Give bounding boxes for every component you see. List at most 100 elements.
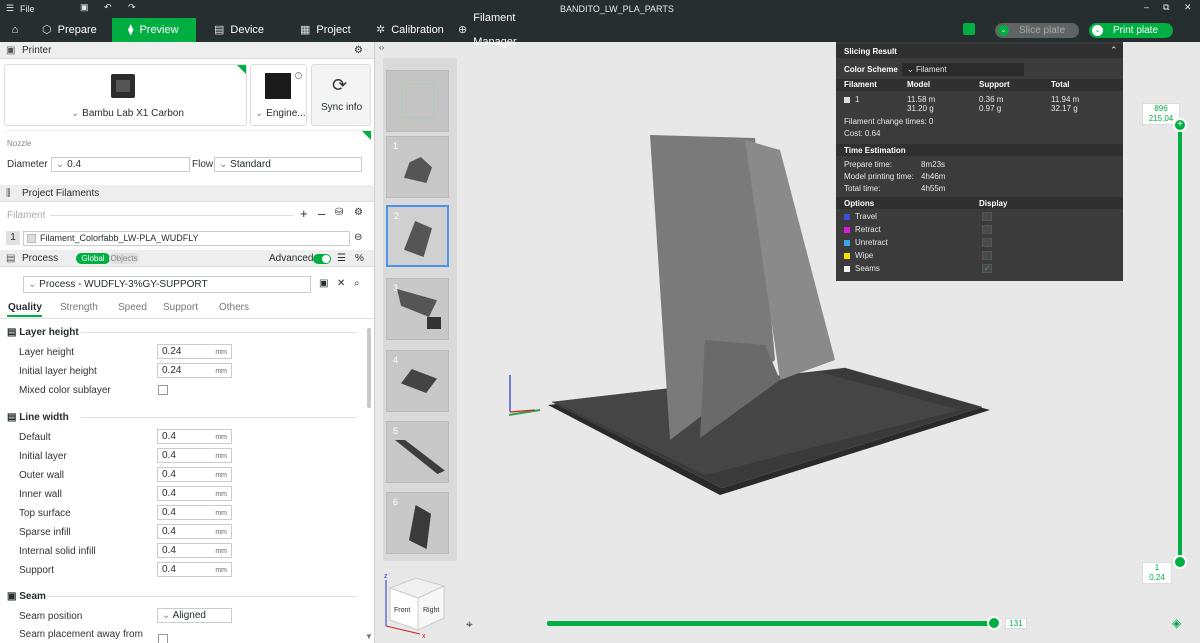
seam-away-checkbox[interactable]: [158, 634, 168, 643]
layers-icon[interactable]: ◈: [1172, 616, 1181, 630]
line-width-input[interactable]: 0.4 mm: [157, 562, 232, 577]
mixed-color-checkbox[interactable]: [158, 385, 168, 395]
tab-prepare[interactable]: ⬡ Prepare: [32, 18, 110, 42]
slice-plate-button[interactable]: ⌄ Slice plate: [995, 23, 1079, 38]
collapse-sidebar-icon[interactable]: ‹›: [379, 43, 384, 52]
redo-icon[interactable]: ↷: [128, 2, 136, 13]
chevron-down-icon: ⌄: [56, 159, 68, 170]
display-checkbox[interactable]: ✓: [982, 264, 992, 273]
window-title: BANDITO_LW_PLA_PARTS: [560, 4, 674, 14]
camera-reset-icon[interactable]: ⌖: [466, 617, 473, 632]
remove-filament-button[interactable]: –: [318, 206, 325, 221]
settings-scrollbar[interactable]: [367, 328, 371, 408]
layer-height-input[interactable]: 0.24 mm: [157, 344, 232, 359]
axis-z-label: z: [384, 573, 388, 580]
filament-options-icon[interactable]: ⊖: [354, 232, 362, 243]
close-icon[interactable]: ✕: [1184, 2, 1192, 13]
tab-filament-manager[interactable]: ⊕ Filament Manager: [448, 12, 563, 48]
add-filament-button[interactable]: +: [300, 206, 308, 221]
line-width-input[interactable]: 0.4 mm: [157, 429, 232, 444]
plate-thumb-1[interactable]: 1: [386, 136, 449, 198]
plate-type-selector[interactable]: i ⌄ Engine...: [250, 64, 307, 126]
filament-edit-icon[interactable]: ⛁: [335, 207, 343, 218]
line-width-input[interactable]: 0.4 mm: [157, 524, 232, 539]
plate-thumb-6[interactable]: 6: [386, 492, 449, 554]
save-icon[interactable]: ▣: [80, 2, 89, 13]
line-width-input[interactable]: 0.4 mm: [157, 448, 232, 463]
tab-project[interactable]: ▦ Project: [290, 18, 360, 42]
gear-icon[interactable]: ⚙: [354, 207, 363, 218]
save-preset-icon[interactable]: ▣: [319, 278, 328, 289]
layer-slider-top-handle[interactable]: +: [1173, 118, 1187, 132]
global-toggle[interactable]: Global: [76, 253, 110, 264]
filament-select[interactable]: Filament_Colorfabb_LW-PLA_WUDFLY: [23, 231, 350, 246]
title-bar: ☰ File ▣ ↶ ↷ BANDITO_LW_PLA_PARTS – ⧉ ✕: [0, 0, 1200, 18]
display-checkbox[interactable]: [982, 212, 992, 221]
tab-preview[interactable]: ⧫ Preview: [112, 18, 196, 42]
printer-selector[interactable]: ⌄ Bambu Lab X1 Carbon: [4, 64, 247, 126]
hamburger-icon[interactable]: ☰: [6, 3, 14, 14]
layer-slider-bottom-handle[interactable]: [1173, 555, 1187, 569]
layers-icon: ⧫: [128, 24, 134, 36]
seam-icon: ▣: [7, 591, 20, 602]
display-option: Wipe: [844, 251, 873, 260]
display-checkbox[interactable]: [982, 251, 992, 260]
undo-icon[interactable]: ↶: [104, 2, 112, 13]
display-checkbox[interactable]: [982, 225, 992, 234]
bottom-layer-label: 1 0.24: [1142, 562, 1172, 584]
advanced-switch[interactable]: [313, 254, 331, 264]
seam-position-select[interactable]: ⌄ Aligned: [157, 608, 232, 623]
search-icon[interactable]: ⌕: [354, 278, 360, 289]
plate-list: 1 2 3 4 5 6: [383, 58, 457, 561]
flow-select[interactable]: ⌄ Standard: [214, 157, 362, 172]
info-icon[interactable]: i: [295, 72, 302, 79]
printer-thumbnail: [111, 74, 135, 98]
plate-thumb-5[interactable]: 5: [386, 421, 449, 483]
restore-icon[interactable]: ⧉: [1163, 2, 1169, 13]
plate-thumb-2[interactable]: 2: [386, 205, 449, 267]
line-width-input[interactable]: 0.4 mm: [157, 505, 232, 520]
axis-gizmo: [509, 375, 536, 413]
subtab-quality[interactable]: Quality: [8, 302, 42, 313]
move-slider-handle[interactable]: [987, 616, 1001, 630]
compare-icon[interactable]: %: [355, 250, 364, 267]
home-icon[interactable]: ⌂: [0, 18, 30, 42]
filament-color-swatch: [844, 96, 850, 103]
line-width-input[interactable]: 0.4 mm: [157, 467, 232, 482]
tab-calibration[interactable]: ✲ Calibration: [366, 18, 450, 42]
color-scheme-select[interactable]: ⌄ Filament: [902, 63, 1024, 76]
close-icon[interactable]: ✕: [337, 278, 345, 289]
objects-toggle[interactable]: Objects: [109, 253, 139, 264]
move-slider-track[interactable]: [547, 621, 994, 626]
view-cube[interactable]: Front Right z x: [380, 568, 450, 640]
chevron-down-icon: ⌄: [162, 610, 173, 621]
scroll-down-icon[interactable]: ▼: [365, 632, 373, 641]
line-width-input[interactable]: 0.4 mm: [157, 486, 232, 501]
subtab-others[interactable]: Others: [219, 302, 249, 313]
subtab-support[interactable]: Support: [163, 302, 198, 313]
plate-thumb-all[interactable]: [386, 70, 449, 132]
view-cube-front: Front: [394, 607, 410, 614]
display-checkbox[interactable]: [982, 238, 992, 247]
process-preset-select[interactable]: ⌄ Process - WUDFLY-3%GY-SUPPORT: [23, 276, 311, 293]
diameter-select[interactable]: ⌄ 0.4: [51, 157, 190, 172]
line-width-group: ▤ Line width: [7, 412, 357, 423]
gear-icon[interactable]: ⚙: [354, 42, 363, 59]
initial-layer-height-input[interactable]: 0.24 mm: [157, 363, 232, 378]
minimize-icon[interactable]: –: [1144, 2, 1149, 12]
file-menu[interactable]: File: [20, 4, 35, 14]
plate-thumb-4[interactable]: 4: [386, 350, 449, 412]
layer-slider-track[interactable]: [1178, 125, 1182, 561]
sync-info-button[interactable]: ⟳ Sync info: [311, 64, 371, 126]
list-icon[interactable]: ☰: [337, 250, 346, 267]
line-width-input[interactable]: 0.4 mm: [157, 543, 232, 558]
tab-device[interactable]: ▤ Device: [204, 18, 272, 42]
layout-toggle-icon[interactable]: [963, 23, 975, 35]
collapse-icon[interactable]: ⌃: [1110, 45, 1118, 56]
subtab-speed[interactable]: Speed: [118, 302, 147, 313]
subtab-strength[interactable]: Strength: [60, 302, 98, 313]
printer-section-header: ▣ Printer ⚙: [0, 42, 374, 59]
filament-color-swatch: [27, 234, 36, 243]
plate-thumb-3[interactable]: 3: [386, 278, 449, 340]
print-plate-button[interactable]: ⌄ Print plate: [1089, 23, 1173, 38]
